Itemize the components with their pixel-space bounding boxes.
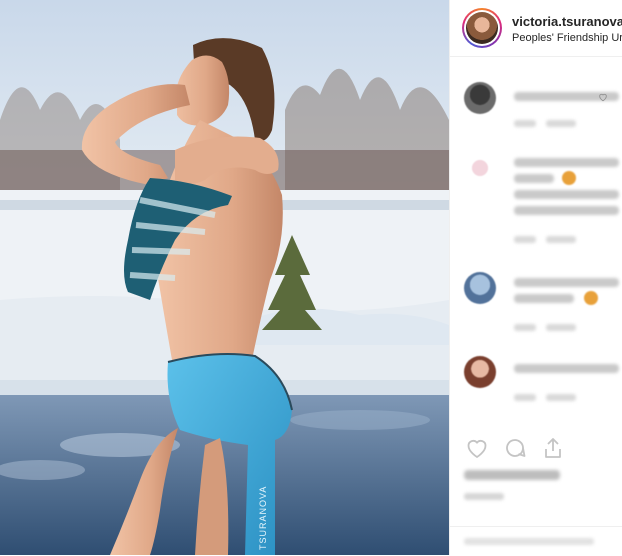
comment-item xyxy=(464,152,619,252)
comment-item xyxy=(464,356,619,416)
commenter-avatar[interactable] xyxy=(464,82,496,114)
commenter-avatar[interactable] xyxy=(464,272,496,304)
post-image: TSURANOVA xyxy=(0,0,449,555)
towel-print-text: TSURANOVA xyxy=(258,486,268,550)
comment-item xyxy=(464,82,619,142)
commenter-avatar[interactable] xyxy=(464,356,496,388)
add-comment-input[interactable] xyxy=(464,538,594,545)
emoji-badge xyxy=(584,291,598,305)
likes-count[interactable] xyxy=(464,470,560,480)
share-upload-icon[interactable] xyxy=(540,436,566,460)
comment-item xyxy=(464,272,619,342)
post-header: victoria.tsuranova Peoples' Friendship U… xyxy=(450,0,622,57)
post-side-panel: victoria.tsuranova Peoples' Friendship U… xyxy=(449,0,622,555)
author-username[interactable]: victoria.tsuranova xyxy=(512,14,622,29)
author-avatar[interactable] xyxy=(462,8,502,48)
post-photo[interactable]: TSURANOVA xyxy=(0,0,449,555)
heart-icon[interactable] xyxy=(464,436,490,460)
comment-bubble-icon[interactable] xyxy=(502,436,528,460)
post-timestamp xyxy=(464,493,504,500)
emoji-badge xyxy=(562,171,576,185)
small-heart-icon[interactable] xyxy=(598,92,608,102)
add-comment-bar[interactable] xyxy=(450,526,622,556)
post-location[interactable]: Peoples' Friendship Ur xyxy=(512,32,622,44)
commenter-avatar[interactable] xyxy=(464,152,496,184)
